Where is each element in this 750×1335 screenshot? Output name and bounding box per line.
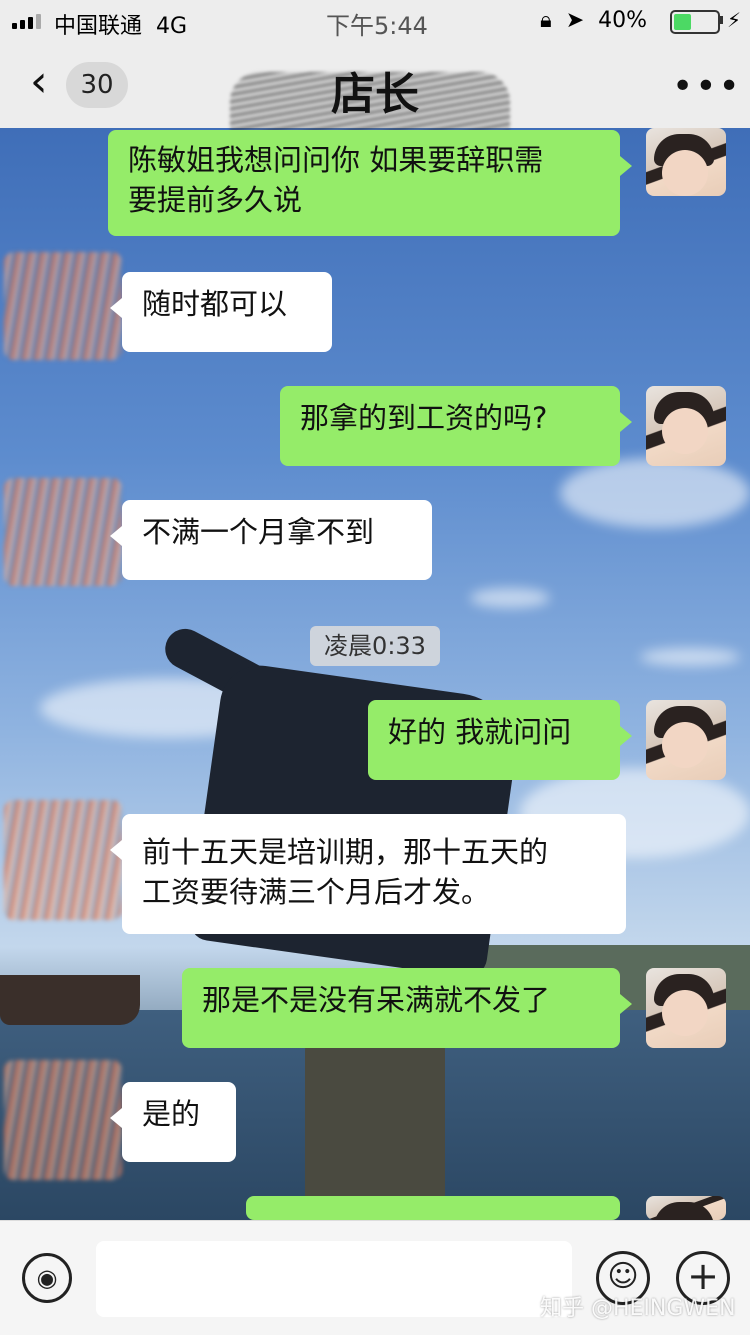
my-avatar[interactable]	[646, 128, 726, 196]
message-bubble-outgoing[interactable]: 那是不是没有呆满就不发了	[182, 968, 632, 1048]
my-avatar[interactable]	[646, 1196, 726, 1220]
status-bar: 中国联通 4G 下午5:44 🔒︎ ➤ 40% ⚡	[0, 0, 750, 44]
message-text: 是的	[142, 1097, 201, 1131]
chevron-left-icon[interactable]: ‹	[30, 60, 48, 104]
battery-percent: 40%	[598, 8, 648, 33]
message-text: 那拿的到工资的吗?	[300, 401, 548, 435]
message-bubble-incoming[interactable]: 前十五天是培训期，那十五天的 工资要待满三个月后才发。	[110, 814, 626, 934]
message-bubble-incoming[interactable]: 不满一个月拿不到	[110, 500, 432, 580]
contact-avatar-blurred[interactable]	[4, 800, 122, 920]
message-text: 好的 我就问问	[388, 715, 572, 749]
message-input[interactable]	[96, 1241, 572, 1317]
message-timestamp: 凌晨0:33	[310, 626, 440, 666]
message-bubble-outgoing-partial[interactable]	[246, 1196, 632, 1242]
location-icon: ➤	[565, 8, 585, 33]
person-legs	[305, 1040, 445, 1220]
message-bubble-incoming[interactable]: 是的	[110, 1082, 236, 1162]
my-avatar[interactable]	[646, 700, 726, 780]
cloud	[470, 588, 550, 608]
more-dots-icon[interactable]: •••	[672, 66, 742, 107]
contact-avatar-blurred[interactable]	[4, 478, 122, 586]
message-text: 陈敏姐我想问问你 如果要辞职需	[128, 143, 544, 177]
clock: 下午5:44	[326, 12, 428, 40]
battery-icon	[670, 10, 720, 34]
message-text: 要提前多久说	[128, 183, 303, 217]
chat-header: ‹ 30 店长 •••	[0, 44, 750, 172]
watermark: 知乎 @HEINGWEN	[540, 1296, 736, 1321]
battery-tip	[720, 16, 723, 24]
signal-icon	[12, 14, 41, 29]
message-bubble-outgoing[interactable]: 好的 我就问问	[368, 700, 632, 780]
message-text: 前十五天是培训期，那十五天的	[142, 835, 549, 869]
chat-title: 店长	[331, 69, 419, 120]
message-text: 随时都可以	[142, 287, 288, 321]
carrier-label: 中国联通 4G	[54, 14, 188, 39]
contact-avatar-blurred[interactable]	[4, 1060, 122, 1180]
battery-level	[674, 14, 691, 30]
voice-icon[interactable]: ◉	[22, 1253, 72, 1303]
message-text: 那是不是没有呆满就不发了	[202, 983, 551, 1017]
system-icons: 🔒︎ ➤ 40%	[540, 8, 647, 33]
message-text: 不满一个月拿不到	[142, 515, 375, 549]
ship	[0, 975, 140, 1025]
message-bubble-incoming[interactable]: 随时都可以	[110, 272, 332, 352]
message-bubble-outgoing[interactable]: 那拿的到工资的吗?	[280, 386, 632, 466]
cloud	[640, 648, 740, 666]
my-avatar[interactable]	[646, 968, 726, 1048]
message-text: 工资要待满三个月后才发。	[142, 875, 491, 909]
charging-icon: ⚡	[727, 8, 742, 32]
my-avatar[interactable]	[646, 386, 726, 466]
message-bubble-outgoing[interactable]: 陈敏姐我想问问你 如果要辞职需 要提前多久说	[108, 130, 632, 236]
contact-avatar-blurred[interactable]	[4, 252, 122, 360]
unread-count-badge[interactable]: 30	[66, 62, 128, 108]
cloud	[560, 458, 750, 528]
rotation-lock-icon: 🔒︎	[540, 8, 552, 33]
